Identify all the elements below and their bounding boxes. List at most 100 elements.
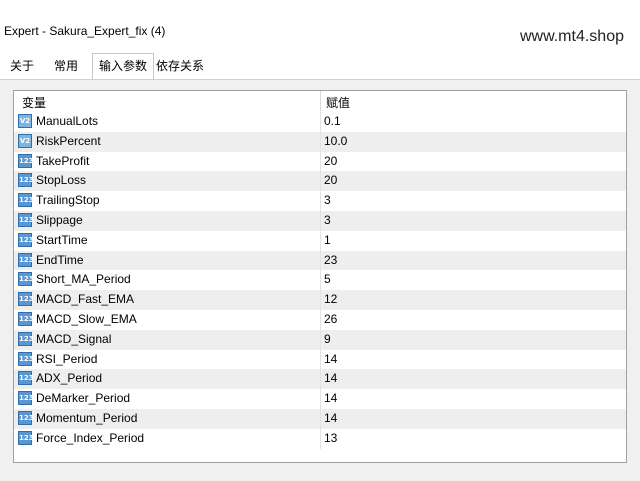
variable-name: StartTime <box>36 232 88 247</box>
column-header-value[interactable]: 赋值 <box>326 94 350 111</box>
value-cell[interactable]: 9 <box>324 332 331 346</box>
variable-name: RSI_Period <box>36 351 98 366</box>
variable-name: Short_MA_Period <box>36 272 131 287</box>
variable-cell: 123 Slippage <box>16 211 320 231</box>
variable-cell: V2 RiskPercent <box>16 132 320 152</box>
variable-name: EndTime <box>36 252 84 267</box>
watermark: www.mt4.shop <box>519 28 624 45</box>
value-cell[interactable]: 1 <box>324 233 331 247</box>
title-bar: Expert - Sakura_Expert_fix (4) www.mt4.s… <box>0 0 640 52</box>
column-separator <box>320 171 321 192</box>
table-row[interactable]: 123 StopLoss 20 <box>14 171 626 192</box>
integer-type-icon: 123 <box>18 272 34 287</box>
value-cell[interactable]: 20 <box>324 154 337 168</box>
integer-type-icon: 123 <box>18 173 34 188</box>
table-header: 变量 赋值 <box>14 91 626 111</box>
table-row[interactable]: 123 StartTime 1 <box>14 230 626 251</box>
variable-cell: 123 Force_Index_Period <box>16 429 320 449</box>
variable-name: RiskPercent <box>36 133 101 148</box>
variable-name: TrailingStop <box>36 193 100 208</box>
variable-cell: 123 Momentum_Period <box>16 409 320 429</box>
value-cell[interactable]: 14 <box>324 371 337 385</box>
variable-cell: 123 MACD_Signal <box>16 330 320 350</box>
column-separator <box>320 250 321 271</box>
double-type-icon: V2 <box>18 114 32 128</box>
table-row[interactable]: V2 RiskPercent 10.0 <box>14 131 626 152</box>
value-cell[interactable]: 20 <box>324 173 337 187</box>
variable-name: StopLoss <box>36 173 87 188</box>
value-cell[interactable]: 26 <box>324 312 337 326</box>
table-row[interactable]: 123 RSI_Period 14 <box>14 349 626 370</box>
variable-cell: 123 RSI_Period <box>16 350 320 370</box>
integer-type-icon: 123 <box>18 351 34 366</box>
variable-name: TakeProfit <box>36 153 90 168</box>
variable-cell: 123 TakeProfit <box>16 152 320 172</box>
variable-cell: 123 StartTime <box>16 231 320 251</box>
variable-cell: 123 DeMarker_Period <box>16 389 320 409</box>
table-row[interactable]: 123 Short_MA_Period 5 <box>14 270 626 291</box>
column-separator <box>320 270 321 291</box>
value-cell[interactable]: 5 <box>324 272 331 286</box>
variable-name: ADX_Period <box>36 371 103 386</box>
table-row[interactable]: 123 Momentum_Period 14 <box>14 409 626 429</box>
column-separator <box>320 131 321 152</box>
value-cell[interactable]: 12 <box>324 292 337 306</box>
value-cell[interactable]: 3 <box>324 193 331 207</box>
table-row[interactable]: 123 MACD_Slow_EMA 26 <box>14 310 626 330</box>
column-separator <box>320 112 321 132</box>
window-title: Expert - Sakura_Expert_fix (4) <box>4 24 166 38</box>
column-separator <box>320 389 321 409</box>
variable-name: MACD_Slow_EMA <box>36 312 137 326</box>
value-cell[interactable]: 23 <box>324 253 337 267</box>
value-cell[interactable]: 0.1 <box>324 114 341 128</box>
value-cell[interactable]: 14 <box>324 352 337 366</box>
variable-name: Momentum_Period <box>36 411 138 425</box>
table-row[interactable]: 123 MACD_Fast_EMA 12 <box>14 290 626 310</box>
value-cell[interactable]: 13 <box>324 431 337 445</box>
tab-common[interactable]: 常用 <box>48 55 84 77</box>
column-divider[interactable] <box>320 91 321 111</box>
value-cell[interactable]: 14 <box>324 391 337 405</box>
parameters-table: 变量 赋值 V2 ManualLots 0.1 V2 RiskPercent 10.0 12… <box>13 90 627 463</box>
tab-about[interactable]: 关于 <box>4 55 40 77</box>
integer-type-icon: 123 <box>18 411 34 425</box>
variable-cell: 123 EndTime <box>16 251 320 271</box>
tab-bar: 关于 常用 输入参数 依存关系 <box>0 53 640 79</box>
column-separator <box>320 428 321 449</box>
integer-type-icon: 123 <box>18 232 34 247</box>
table-row[interactable]: 123 Force_Index_Period 13 <box>14 428 626 449</box>
value-cell[interactable]: 14 <box>324 411 337 425</box>
column-separator <box>320 290 321 310</box>
value-cell[interactable]: 3 <box>324 213 331 227</box>
integer-type-icon: 123 <box>18 391 34 406</box>
table-row[interactable]: 123 TakeProfit 20 <box>14 151 626 172</box>
variable-cell: 123 TrailingStop <box>16 191 320 211</box>
column-header-variable[interactable]: 变量 <box>22 94 46 111</box>
variable-name: Force_Index_Period <box>36 430 145 445</box>
variable-cell: 123 Short_MA_Period <box>16 270 320 290</box>
inputs-panel: 变量 赋值 V2 ManualLots 0.1 V2 RiskPercent 10.0 12… <box>0 79 640 481</box>
tab-inputs[interactable]: 输入参数 <box>92 53 155 79</box>
integer-type-icon: 123 <box>18 193 34 208</box>
table-row[interactable]: 123 Slippage 3 <box>14 211 626 231</box>
column-separator <box>320 191 321 211</box>
column-separator <box>320 349 321 370</box>
table-row[interactable]: V2 ManualLots 0.1 <box>14 112 626 132</box>
integer-type-icon: 123 <box>18 430 34 445</box>
tab-dependencies[interactable]: 依存关系 <box>150 55 210 77</box>
variable-cell: 123 MACD_Slow_EMA <box>16 310 320 330</box>
integer-type-icon: 123 <box>18 371 34 386</box>
table-row[interactable]: 123 EndTime 23 <box>14 250 626 271</box>
integer-type-icon: 123 <box>18 213 34 227</box>
table-row[interactable]: 123 ADX_Period 14 <box>14 369 626 390</box>
column-separator <box>320 369 321 390</box>
variable-cell: 123 StopLoss <box>16 171 320 191</box>
table-row[interactable]: 123 MACD_Signal 9 <box>14 329 626 350</box>
table-row[interactable]: 123 DeMarker_Period 14 <box>14 389 626 409</box>
variable-name: Slippage <box>36 213 83 227</box>
integer-type-icon: 123 <box>18 153 34 168</box>
value-cell[interactable]: 10.0 <box>324 134 347 148</box>
table-row[interactable]: 123 TrailingStop 3 <box>14 191 626 211</box>
column-separator <box>320 230 321 251</box>
variable-cell: 123 ADX_Period <box>16 369 320 389</box>
